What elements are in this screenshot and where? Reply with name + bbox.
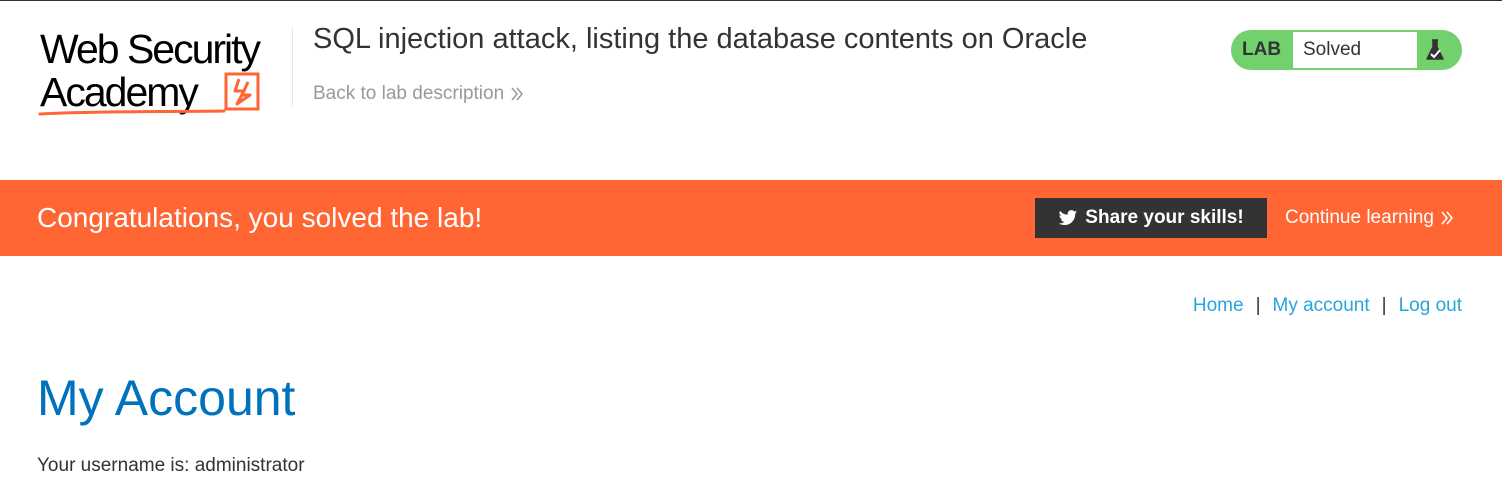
double-chevron-right-icon <box>1441 211 1453 225</box>
back-link-label: Back to lab description <box>313 83 505 104</box>
logo-mark-icon <box>224 72 260 111</box>
lab-status-state: Solved <box>1293 32 1417 68</box>
continue-learning-link[interactable]: Continue learning <box>1285 206 1454 230</box>
back-to-lab-description-link[interactable]: Back to lab description <box>313 82 524 106</box>
double-chevron-right-icon <box>511 87 524 101</box>
lab-tag: LAB <box>1242 39 1282 60</box>
lab-title: SQL injection attack, listing the databa… <box>313 23 1088 55</box>
nav-home-link[interactable]: Home <box>1193 294 1244 318</box>
solved-banner: Congratulations, you solved the lab! Sha… <box>0 180 1502 256</box>
nav-separator: | <box>1381 295 1387 316</box>
page-title: My Account <box>37 370 296 426</box>
nav-my-account-link[interactable]: My account <box>1273 294 1370 318</box>
logo-text-line1: Web Security <box>40 26 261 72</box>
continue-learning-label: Continue learning <box>1285 207 1434 228</box>
username-text: Your username is: administrator <box>37 455 305 476</box>
top-navigation: Home | My account | Log out <box>1193 294 1462 318</box>
nav-separator: | <box>1255 295 1261 316</box>
header-divider <box>292 28 293 107</box>
share-skills-button[interactable]: Share your skills! <box>1035 198 1267 238</box>
academy-logo[interactable]: Web Security Academy <box>38 27 290 119</box>
banner-message: Congratulations, you solved the lab! <box>37 202 483 233</box>
twitter-icon <box>1059 209 1078 225</box>
nav-logout-link[interactable]: Log out <box>1399 294 1462 318</box>
lab-status-widget: LAB Solved <box>1231 30 1462 70</box>
share-button-label: Share your skills! <box>1085 207 1244 228</box>
flask-icon <box>1426 39 1444 60</box>
